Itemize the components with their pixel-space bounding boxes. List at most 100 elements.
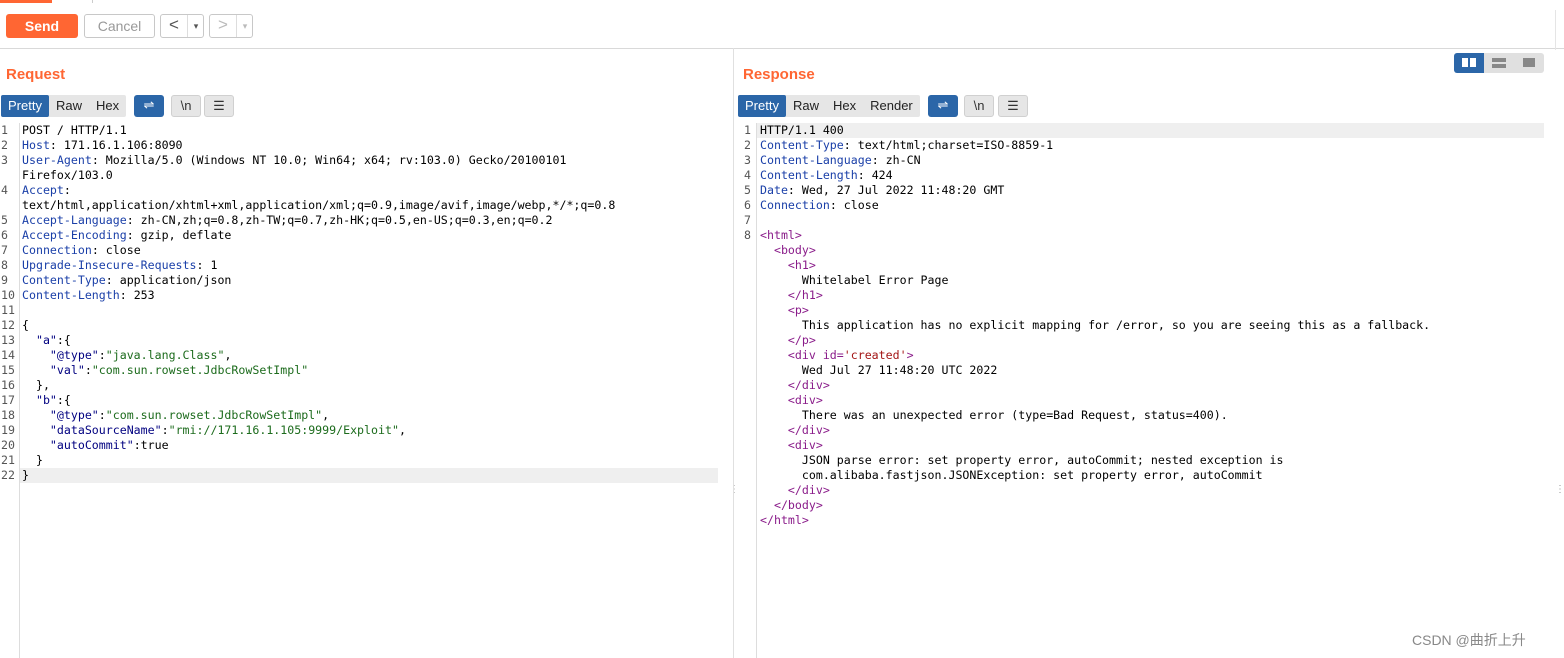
tab-raw[interactable]: Raw <box>786 95 826 117</box>
code-line: This application has no explicit mapping… <box>801 318 1431 332</box>
request-editor[interactable]: POST / HTTP/1.1 Host: 171.16.1.106:8090 Us… <box>22 123 615 483</box>
chevron-down-icon[interactable]: ▾ <box>237 15 253 37</box>
code-line: </div> <box>787 483 830 497</box>
divider <box>1555 10 1556 50</box>
code-line: </p> <box>787 333 816 347</box>
code-line: com.alibaba.fastjson.JSONException: set … <box>801 468 1263 482</box>
tab-hex[interactable]: Hex <box>826 95 863 117</box>
code-line: </html> <box>760 513 809 527</box>
line-number <box>1 198 20 213</box>
code-line: Content-Type: text/html;charset=ISO-8859… <box>760 138 1054 152</box>
panel-splitter[interactable] <box>733 48 734 658</box>
code-line: Upgrade-Insecure-Requests: 1 <box>22 258 218 272</box>
code-line: </h1> <box>787 288 823 302</box>
forward-arrow-icon[interactable]: > <box>210 15 237 37</box>
line-number: 19 <box>1 423 15 437</box>
code-line: Host: 171.16.1.106:8090 <box>22 138 183 152</box>
request-title: Request <box>6 66 66 83</box>
active-tab-indicator[interactable] <box>0 0 52 3</box>
wrap-lines-icon[interactable]: ⇌ <box>928 95 958 117</box>
code-line: Wed Jul 27 11:48:20 UTC 2022 <box>801 363 998 377</box>
back-nav[interactable]: < ▾ <box>160 14 204 38</box>
response-editor[interactable]: HTTP/1.1 400 Content-Type: text/html;char… <box>760 123 1430 528</box>
tab-pretty[interactable]: Pretty <box>738 95 786 117</box>
newline-icon[interactable]: \n <box>964 95 994 117</box>
code-line: HTTP/1.1 400 <box>760 123 844 137</box>
send-button[interactable]: Send <box>6 14 78 38</box>
line-number: 16 <box>1 378 15 392</box>
code-line: </div> <box>787 378 830 392</box>
code-line: POST / HTTP/1.1 <box>22 123 127 137</box>
code-line: <body> <box>773 243 816 257</box>
code-line: } <box>22 468 29 482</box>
code-line: Firefox/103.0 <box>22 168 113 182</box>
line-number: 21 <box>1 453 15 467</box>
code-line: Date: Wed, 27 Jul 2022 11:48:20 GMT <box>760 183 1005 197</box>
forward-nav[interactable]: > ▾ <box>209 14 253 38</box>
code-line: "b":{ <box>22 393 71 407</box>
code-line: "dataSourceName":"rmi://171.16.1.105:999… <box>22 423 406 437</box>
line-number: 3 <box>1 153 8 167</box>
newline-icon[interactable]: \n <box>171 95 201 117</box>
code-line: Content-Length: 253 <box>22 288 155 302</box>
tab-render[interactable]: Render <box>863 95 920 117</box>
code-line: { <box>22 318 29 332</box>
code-line: Connection: close <box>760 198 879 212</box>
line-number: 13 <box>1 333 15 347</box>
line-number: 10 <box>1 288 15 302</box>
code-line: Accept-Language: zh-CN,zh;q=0.8,zh-TW;q=… <box>22 213 553 227</box>
cancel-button[interactable]: Cancel <box>84 14 155 38</box>
layout-side-by-side-icon[interactable] <box>1454 53 1484 73</box>
code-line: </body> <box>773 498 823 512</box>
code-line: <h1> <box>787 258 816 272</box>
menu-icon[interactable]: ☰ <box>204 95 234 117</box>
code-line: }, <box>22 378 50 392</box>
code-line: Content-Length: 424 <box>760 168 893 182</box>
response-view-tabs: Pretty Raw Hex Render <box>738 95 920 117</box>
watermark: CSDN @曲折上升 <box>1412 632 1526 648</box>
code-line: <div> <box>787 438 823 452</box>
code-line: JSON parse error: set property error, au… <box>801 453 1284 467</box>
line-number: 20 <box>1 438 15 452</box>
layout-tabs-icon[interactable] <box>1514 53 1544 73</box>
layout-switcher <box>1454 53 1544 73</box>
line-number: 14 <box>1 348 15 362</box>
line-number: 11 <box>1 303 15 317</box>
line-number: 6 <box>1 228 8 242</box>
code-line: </div> <box>787 423 830 437</box>
code-line: <div> <box>787 393 823 407</box>
code-line: "val":"com.sun.rowset.JdbcRowSetImpl" <box>22 363 309 377</box>
code-line: text/html,application/xhtml+xml,applicat… <box>22 198 616 212</box>
splitter-handle[interactable]: ⋮ <box>729 485 739 495</box>
line-number: 4 <box>1 183 8 197</box>
menu-icon[interactable]: ☰ <box>998 95 1028 117</box>
request-line-numbers: 123 4 5 6 7 8 9 10 11 12 13 14 15 16 17 18 19 20 21 22 <box>1 123 20 483</box>
code-line: There was an unexpected error (type=Bad … <box>801 408 1228 422</box>
line-number: 15 <box>1 363 15 377</box>
line-number: 8 <box>1 258 8 272</box>
code-line: <div id='created'> <box>787 348 914 362</box>
code-line: Content-Type: application/json <box>22 273 232 287</box>
line-number: 2 <box>1 138 8 152</box>
code-line: "a":{ <box>22 333 71 347</box>
wrap-lines-icon[interactable]: ⇌ <box>134 95 164 117</box>
tab-hex[interactable]: Hex <box>89 95 126 117</box>
code-line: Whitelabel Error Page <box>801 273 949 287</box>
tab-indicator[interactable] <box>52 0 93 3</box>
code-line: } <box>22 453 43 467</box>
scroll-handle[interactable]: ⋮ <box>1555 485 1564 495</box>
chevron-down-icon[interactable]: ▾ <box>188 15 204 37</box>
line-number: 12 <box>1 318 15 332</box>
code-line: <html> <box>760 228 802 242</box>
code-line: "@type":"java.lang.Class", <box>22 348 232 362</box>
tab-raw[interactable]: Raw <box>49 95 89 117</box>
code-line: Accept: <box>22 183 71 197</box>
line-number: 17 <box>1 393 15 407</box>
back-arrow-icon[interactable]: < <box>161 15 188 37</box>
tab-pretty[interactable]: Pretty <box>1 95 49 117</box>
layout-stacked-icon[interactable] <box>1484 53 1514 73</box>
code-line: User-Agent: Mozilla/5.0 (Windows NT 10.0… <box>22 153 567 167</box>
line-number: 18 <box>1 408 15 422</box>
